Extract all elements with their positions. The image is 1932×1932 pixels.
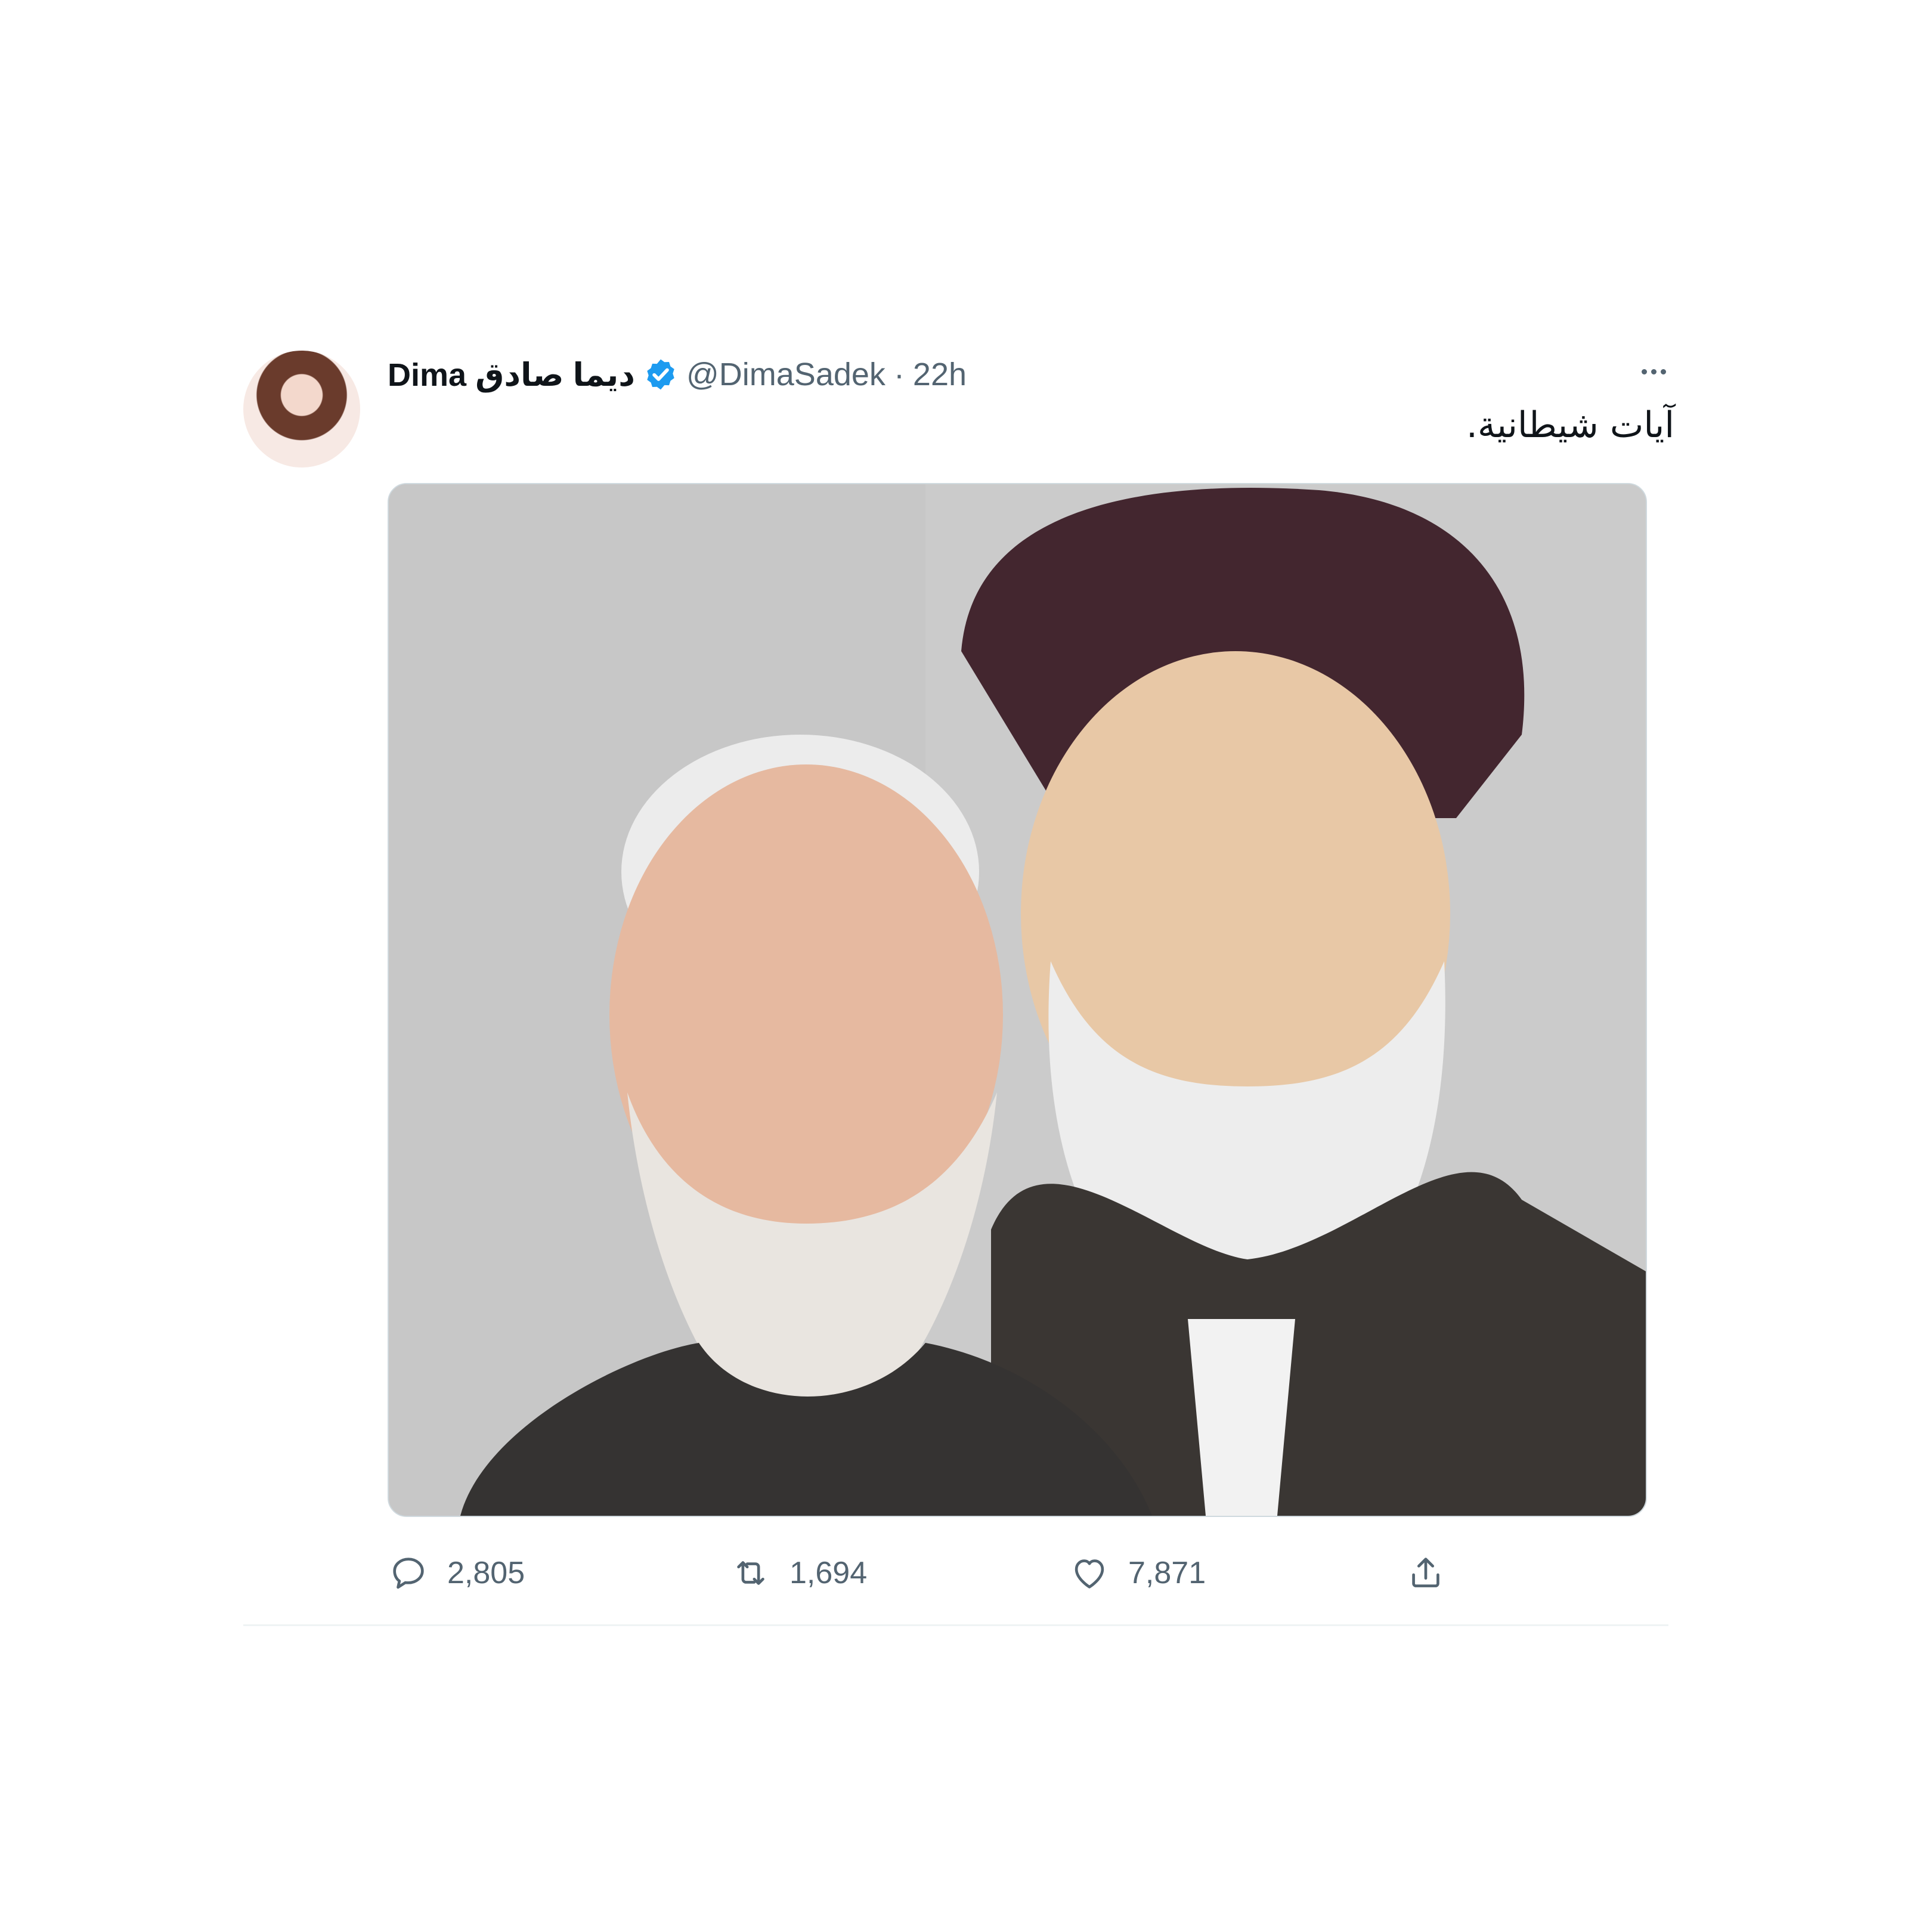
reply-count: 2,805 [447,1556,525,1590]
tweet-image[interactable] [388,483,1647,1517]
reply-icon [393,1558,424,1589]
reply-button[interactable]: 2,805 [388,1549,525,1597]
share-icon [1412,1558,1439,1587]
tweet-header: Dima ديما صادق @DimaSadek · 22h [388,355,967,394]
timestamp[interactable]: 22h [913,356,967,393]
tweet-text: آيات شيطانية. [1466,404,1674,446]
display-name[interactable]: Dima ديما صادق [388,356,635,394]
divider [243,1624,1668,1626]
like-count: 7,871 [1128,1556,1206,1590]
avatar[interactable] [243,351,360,467]
retweet-icon [737,1561,764,1585]
retweet-count: 1,694 [789,1556,868,1590]
more-options-icon[interactable] [1633,357,1674,386]
heart-icon [1075,1559,1104,1589]
handle[interactable]: @DimaSadek [686,356,886,393]
tweet-actions: 2,805 1,694 7,871 [388,1549,1461,1597]
separator: · [893,357,905,392]
verified-badge-icon [643,357,678,392]
tweet[interactable]: Dima ديما صادق @DimaSadek · 22h آيات شيط… [243,351,1674,1634]
share-button[interactable] [1405,1549,1447,1597]
like-button[interactable]: 7,871 [1069,1549,1206,1597]
retweet-button[interactable]: 1,694 [730,1549,867,1597]
